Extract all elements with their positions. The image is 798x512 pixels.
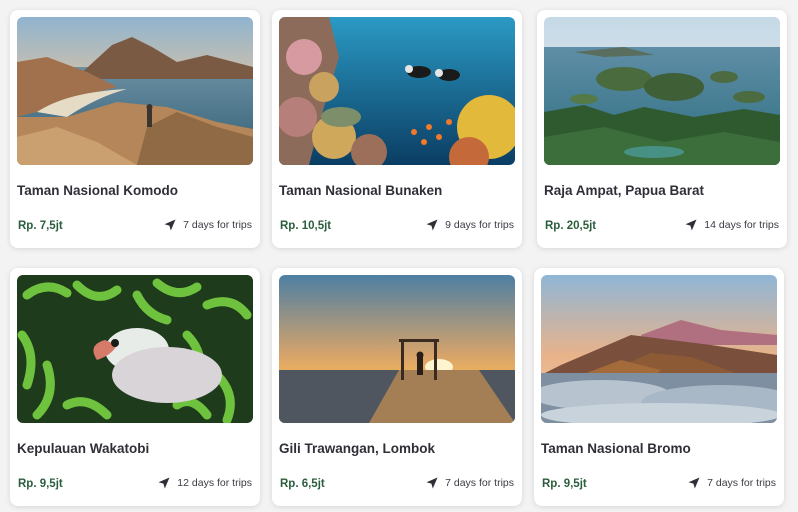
destination-card-wakatobi[interactable]: Kepulauan Wakatobi Rp. 9,5jt 12 days for… [10, 268, 260, 506]
destination-price: Rp. 10,5jt [280, 220, 332, 232]
trip-duration-label: 7 days for trips [707, 477, 776, 489]
destination-title: Taman Nasional Bunaken [279, 183, 443, 198]
destination-card-gili[interactable]: Gili Trawangan, Lombok Rp. 6,5jt 7 days … [272, 268, 522, 506]
clownfish-anemone-photo [17, 275, 253, 423]
navigation-arrow-icon [158, 477, 170, 489]
trip-duration-label: 7 days for trips [445, 477, 514, 489]
navigation-arrow-icon [426, 477, 438, 489]
destination-card-bromo[interactable]: Taman Nasional Bromo Rp. 9,5jt 7 days fo… [534, 268, 784, 506]
destination-price: Rp. 6,5jt [280, 478, 325, 490]
trip-duration: 14 days for trips [685, 219, 779, 231]
destination-price: Rp. 9,5jt [18, 478, 63, 490]
destination-title: Gili Trawangan, Lombok [279, 441, 436, 456]
navigation-arrow-icon [164, 219, 176, 231]
navigation-arrow-icon [685, 219, 697, 231]
trip-duration: 12 days for trips [158, 477, 252, 489]
destination-card-bunaken[interactable]: Taman Nasional Bunaken Rp. 10,5jt 9 days… [272, 10, 522, 248]
trip-duration-label: 14 days for trips [704, 219, 779, 231]
trip-duration-label: 7 days for trips [183, 219, 252, 231]
komodo-island-photo [17, 17, 253, 165]
navigation-arrow-icon [688, 477, 700, 489]
trip-duration-label: 9 days for trips [445, 219, 514, 231]
destination-title: Kepulauan Wakatobi [17, 441, 150, 456]
trip-duration: 9 days for trips [426, 219, 514, 231]
destination-title: Taman Nasional Bromo [541, 441, 691, 456]
trip-duration: 7 days for trips [426, 477, 514, 489]
sunset-swing-photo [279, 275, 515, 423]
trip-duration: 7 days for trips [688, 477, 776, 489]
island-archipelago-photo [544, 17, 780, 165]
volcano-sea-of-clouds-photo [541, 275, 777, 423]
trip-duration-label: 12 days for trips [177, 477, 252, 489]
navigation-arrow-icon [426, 219, 438, 231]
trip-duration: 7 days for trips [164, 219, 252, 231]
destination-card-raja-ampat[interactable]: Raja Ampat, Papua Barat Rp. 20,5jt 14 da… [537, 10, 787, 248]
destination-card-komodo[interactable]: Taman Nasional Komodo Rp. 7,5jt 7 days f… [10, 10, 260, 248]
destination-price: Rp. 9,5jt [542, 478, 587, 490]
destination-price: Rp. 20,5jt [545, 220, 597, 232]
destination-price: Rp. 7,5jt [18, 220, 63, 232]
coral-reef-divers-photo [279, 17, 515, 165]
destination-title: Raja Ampat, Papua Barat [544, 183, 705, 198]
destination-title: Taman Nasional Komodo [17, 183, 179, 198]
